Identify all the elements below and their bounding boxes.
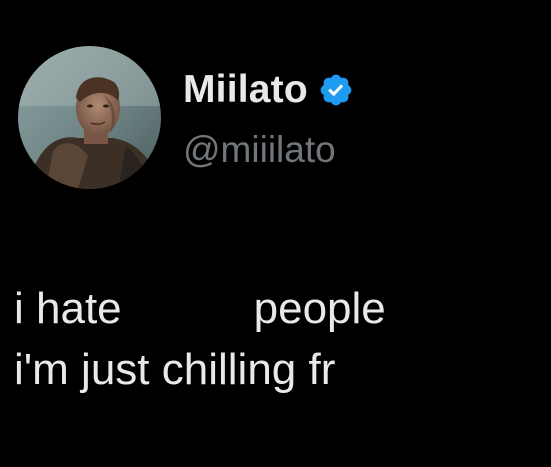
tweet-line-1-end: people — [253, 284, 386, 333]
tweet-text: i hate people i'm just chilling fr — [14, 278, 386, 400]
tweet-line-1: i hate people — [14, 278, 386, 339]
avatar[interactable] — [18, 46, 161, 189]
user-handle[interactable]: @miiilato — [183, 128, 336, 172]
tweet-line-1-start: i hate — [14, 284, 122, 333]
display-name-row: Miilato — [183, 68, 354, 112]
tweet-line-2: i'm just chilling fr — [14, 345, 336, 394]
display-name[interactable]: Miilato — [183, 68, 308, 112]
verified-badge-icon — [318, 72, 354, 108]
tweet-card: Miilato @miiilato i hate people i'm just … — [0, 0, 551, 467]
profile-photo — [18, 46, 161, 189]
